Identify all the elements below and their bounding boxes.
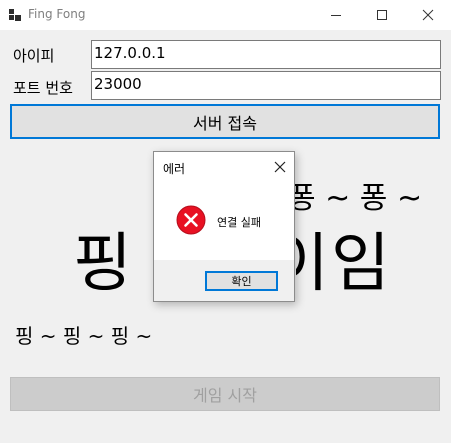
ok-button[interactable]: 확인 bbox=[205, 271, 278, 291]
ip-label: 아이피 bbox=[13, 47, 55, 65]
close-button[interactable] bbox=[405, 0, 451, 30]
pong-text: 퐁 ~ 퐁 ~ bbox=[288, 181, 423, 216]
start-game-button[interactable]: 게임 시작 bbox=[10, 377, 440, 411]
minimize-icon bbox=[331, 15, 341, 16]
connect-button[interactable]: 서버 접속 bbox=[10, 104, 440, 139]
dialog-message: 연결 실패 bbox=[217, 216, 261, 229]
dialog-close-button[interactable] bbox=[270, 158, 290, 176]
port-input[interactable]: 23000 bbox=[91, 71, 441, 100]
app-icon bbox=[9, 9, 21, 21]
error-icon bbox=[176, 205, 206, 235]
close-icon bbox=[422, 9, 434, 21]
ip-input[interactable]: 127.0.0.1 bbox=[91, 40, 441, 69]
ping-text: 핑 ~ 핑 ~ 핑 ~ bbox=[15, 324, 153, 348]
game-title-left: 핑 bbox=[73, 227, 132, 301]
maximize-button[interactable] bbox=[359, 0, 405, 30]
game-title-right: 임 bbox=[331, 227, 390, 301]
port-label: 포트 번호 bbox=[13, 79, 73, 97]
title-bar: Fing Fong bbox=[0, 0, 451, 30]
maximize-icon bbox=[377, 10, 387, 20]
minimize-button[interactable] bbox=[313, 0, 359, 30]
error-dialog: 에러 연결 실패 확인 bbox=[153, 151, 295, 302]
dialog-footer: 확인 bbox=[154, 260, 294, 301]
dialog-title: 에러 bbox=[163, 162, 186, 176]
close-icon bbox=[274, 161, 286, 173]
window-title: Fing Fong bbox=[28, 7, 86, 21]
